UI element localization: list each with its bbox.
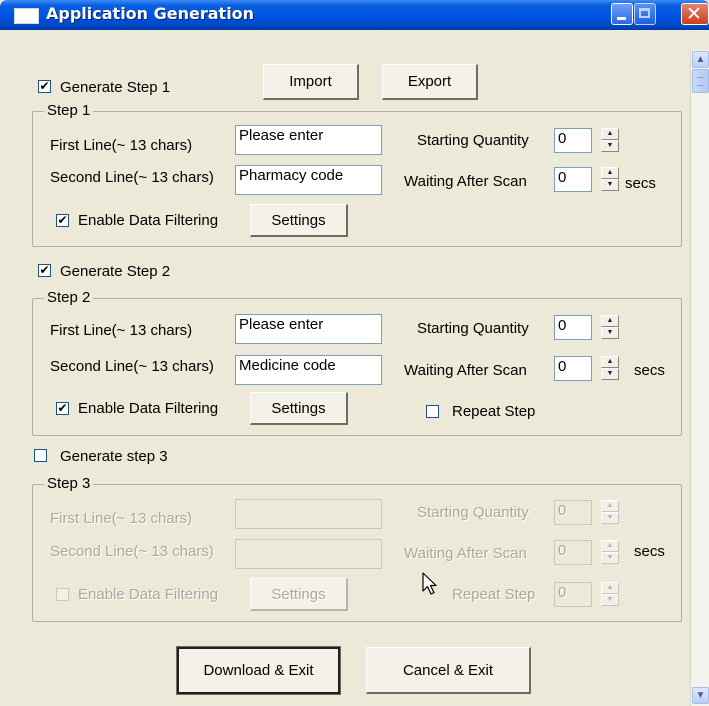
step3-enable-filtering-label[interactable]: Enable Data Filtering [78,586,218,603]
chevron-down-icon: ▼ [695,690,706,701]
step3-group-title: Step 3 [44,475,94,492]
spin-down-icon[interactable]: ▼ [601,140,619,152]
step2-enable-filtering-checkbox[interactable]: ✔ [56,402,69,415]
checkmark-icon: ✔ [57,213,68,227]
scroll-up-button[interactable]: ▲ [692,51,709,68]
step1-waiting-after-scan-input[interactable]: 0 [554,167,592,192]
checkmark-icon: ✔ [39,263,50,277]
application-generation-window: Application Generation ✕ ▲ ▼ ✔ Generate … [0,0,709,706]
step1-second-line-input[interactable]: Pharmacy code [235,165,382,195]
spin-up-icon[interactable]: ▲ [601,128,619,140]
step2-secs-label: secs [634,362,665,379]
export-button[interactable]: Export [382,64,478,100]
import-button[interactable]: Import [263,64,359,100]
step2-repeat-step-checkbox[interactable] [426,405,439,418]
step1-first-line-label: First Line(~ 13 chars) [50,137,193,154]
step3-starting-quantity-input[interactable]: 0 [554,500,592,525]
download-exit-button[interactable]: Download & Exit [176,646,341,695]
step3-settings-button[interactable]: Settings [250,578,348,611]
mouse-pointer-icon [422,572,437,595]
scroll-thumb[interactable] [692,69,709,93]
step1-starting-quantity-input[interactable]: 0 [554,128,592,153]
spin-down-icon[interactable]: ▼ [601,512,619,524]
step1-enable-filtering-checkbox[interactable]: ✔ [56,214,69,227]
step2-repeat-step-label[interactable]: Repeat Step [452,403,535,420]
step2-settings-button[interactable]: Settings [250,392,348,425]
checkmark-icon: ✔ [39,79,50,93]
generate-step2-label[interactable]: Generate Step 2 [60,263,170,280]
spin-up-icon[interactable]: ▲ [601,315,619,327]
cancel-exit-button[interactable]: Cancel & Exit [366,647,531,694]
step2-starting-quantity-label: Starting Quantity [417,320,529,337]
spin-down-icon[interactable]: ▼ [601,327,619,339]
step3-second-line-input[interactable] [235,539,382,569]
close-icon: ✕ [686,3,702,25]
step2-group-title: Step 2 [44,289,94,306]
step1-second-line-label: Second Line(~ 13 chars) [50,169,214,186]
spin-up-icon[interactable]: ▲ [601,540,619,552]
step1-first-line-input[interactable]: Please enter [235,125,382,155]
step1-settings-button[interactable]: Settings [250,204,348,237]
window-title: Application Generation [46,4,255,23]
generate-step3-label[interactable]: Generate step 3 [60,448,168,465]
step3-waiting-after-scan-label: Waiting After Scan [404,545,527,562]
step3-first-line-input[interactable] [235,499,382,529]
vertical-scrollbar[interactable]: ▲ ▼ [690,50,709,706]
spin-down-icon[interactable]: ▼ [601,552,619,564]
chevron-up-icon: ▲ [695,54,706,65]
step2-starting-quantity-input[interactable]: 0 [554,315,592,340]
generate-step3-checkbox[interactable] [34,449,47,462]
step3-second-line-label: Second Line(~ 13 chars) [50,543,214,560]
spin-down-icon[interactable]: ▼ [601,179,619,191]
step1-starting-quantity-spinner[interactable]: ▲ ▼ [601,128,621,153]
step2-starting-quantity-spinner[interactable]: ▲ ▼ [601,315,621,340]
step3-waiting-after-scan-input[interactable]: 0 [554,540,592,565]
step3-starting-quantity-label: Starting Quantity [417,504,529,521]
step3-repeat-step-label: Repeat Step [452,586,536,603]
step2-first-line-label: First Line(~ 13 chars) [50,322,193,339]
maximize-icon [639,8,650,18]
generate-step1-checkbox[interactable]: ✔ [38,80,51,93]
step3-enable-filtering-checkbox[interactable] [56,588,69,601]
step3-waiting-after-scan-spinner[interactable]: ▲ ▼ [601,540,621,565]
generate-step2-checkbox[interactable]: ✔ [38,264,51,277]
step3-repeat-step-spinner[interactable]: ▲ ▼ [601,582,621,607]
step1-waiting-after-scan-label: Waiting After Scan [404,173,527,190]
spin-up-icon[interactable]: ▲ [601,167,619,179]
spin-down-icon[interactable]: ▼ [601,368,619,380]
spin-up-icon[interactable]: ▲ [601,582,619,594]
generate-step1-label[interactable]: Generate Step 1 [60,79,170,96]
minimize-button[interactable] [611,3,633,25]
title-bar[interactable]: Application Generation ✕ [0,0,709,30]
step2-waiting-after-scan-input[interactable]: 0 [554,356,592,381]
step2-waiting-after-scan-spinner[interactable]: ▲ ▼ [601,356,621,381]
minimize-icon [617,17,626,20]
step2-second-line-input[interactable]: Medicine code [235,355,382,385]
step2-second-line-label: Second Line(~ 13 chars) [50,358,214,375]
step1-group-title: Step 1 [44,102,94,119]
step1-waiting-after-scan-spinner[interactable]: ▲ ▼ [601,167,621,192]
step2-enable-filtering-label[interactable]: Enable Data Filtering [78,400,218,417]
step3-starting-quantity-spinner[interactable]: ▲ ▼ [601,500,621,525]
app-window-icon [14,8,39,24]
step1-secs-label: secs [625,175,656,192]
step3-secs-label: secs [634,543,665,560]
step2-waiting-after-scan-label: Waiting After Scan [404,362,527,379]
close-button[interactable]: ✕ [681,3,709,25]
spin-down-icon[interactable]: ▼ [601,594,619,606]
step2-first-line-input[interactable]: Please enter [235,314,382,344]
maximize-button[interactable] [634,3,656,25]
step3-repeat-step-input[interactable]: 0 [554,582,592,607]
spin-up-icon[interactable]: ▲ [601,500,619,512]
spin-up-icon[interactable]: ▲ [601,356,619,368]
step1-enable-filtering-label[interactable]: Enable Data Filtering [78,212,218,229]
scroll-down-button[interactable]: ▼ [692,687,709,704]
step1-starting-quantity-label: Starting Quantity [417,132,529,149]
checkmark-icon: ✔ [57,401,68,415]
step3-first-line-label: First Line(~ 13 chars) [50,510,193,527]
